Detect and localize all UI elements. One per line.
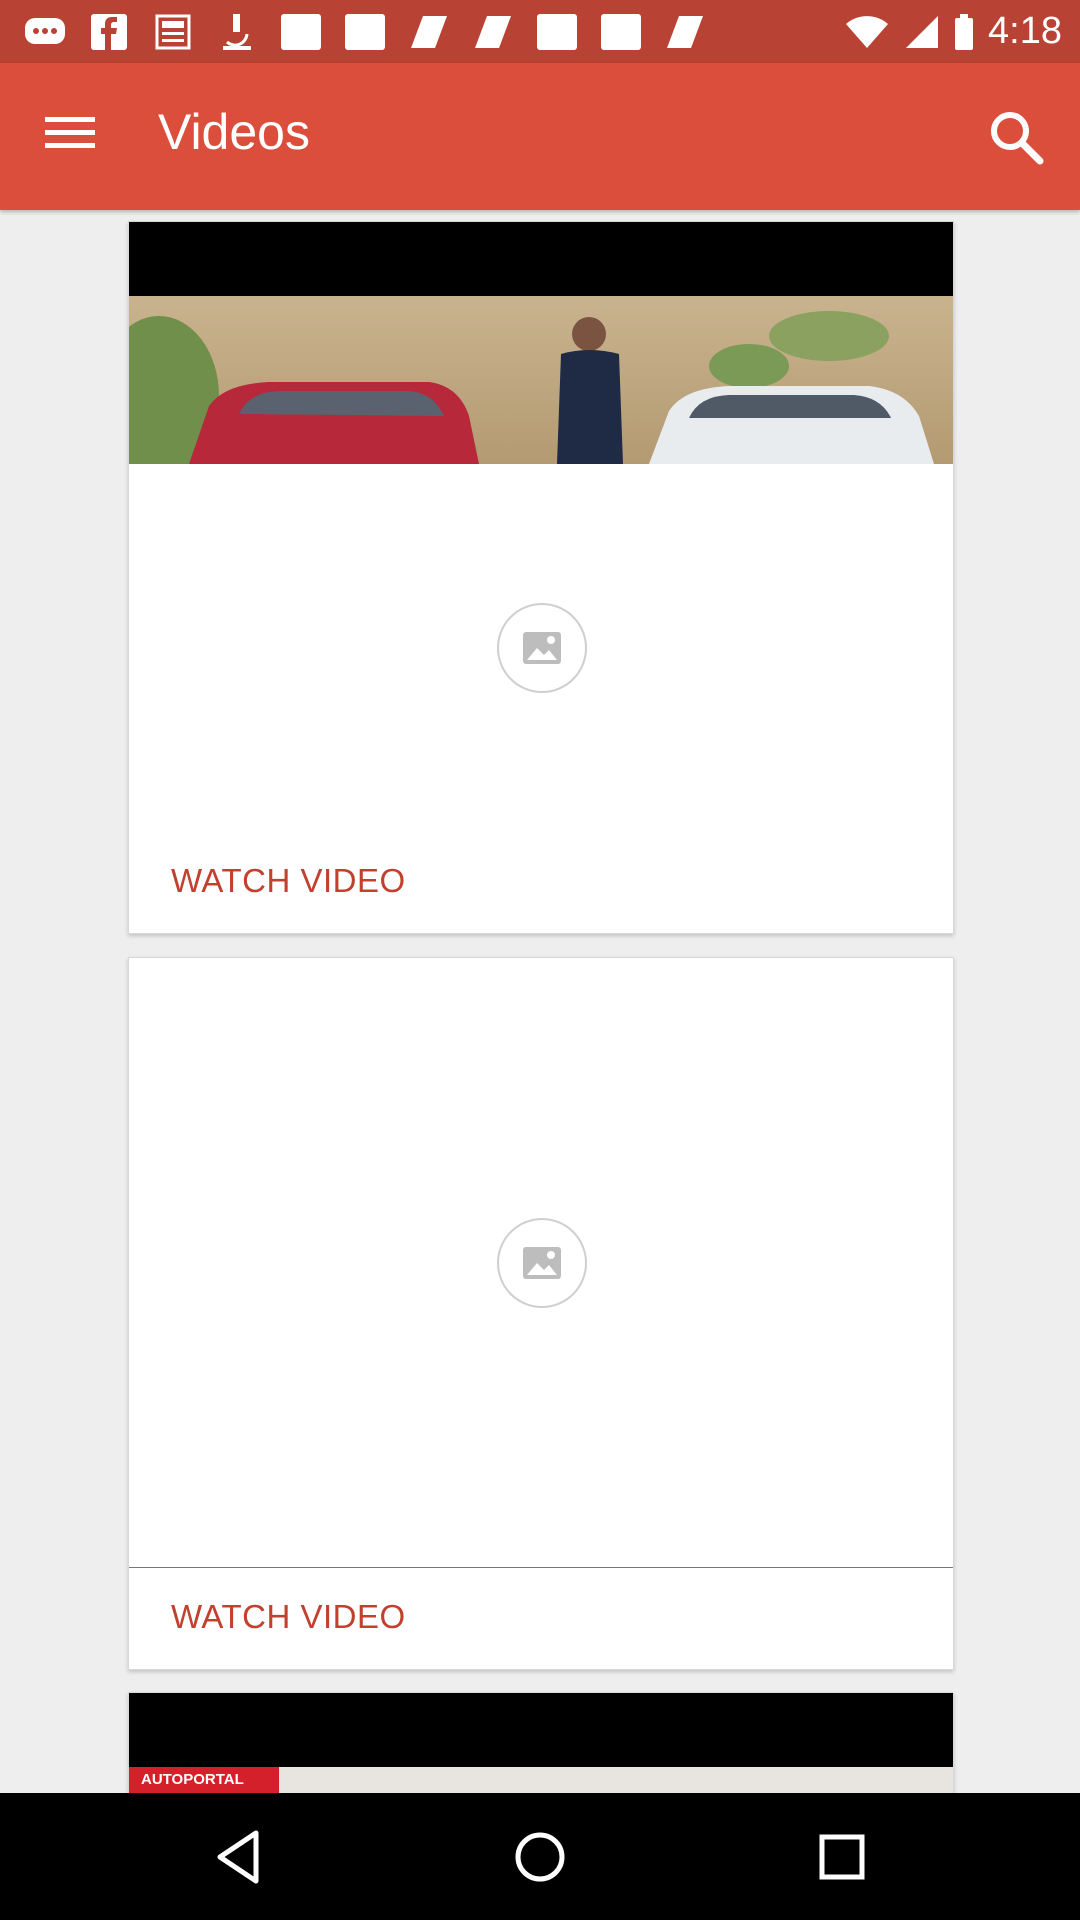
flag-icon [406, 12, 452, 52]
watch-video-button[interactable]: WATCH VIDEO [171, 862, 406, 900]
status-time: 4:18 [988, 10, 1062, 52]
status-right: 4:18 [844, 0, 1062, 63]
search-icon[interactable] [982, 103, 1050, 171]
blank-notification-icon [534, 12, 580, 52]
recents-icon[interactable] [810, 1825, 874, 1889]
autoportal-banner: AUTOPORTAL [129, 1767, 279, 1793]
video-thumbnail[interactable] [129, 296, 953, 464]
battery-icon [955, 13, 974, 50]
video-card[interactable]: AUTOPORTAL [128, 1692, 954, 1794]
video-letterbox [129, 222, 953, 296]
video-thumbnail[interactable]: AUTOPORTAL [129, 1767, 953, 1793]
newspaper-icon [150, 12, 196, 52]
video-card[interactable]: WATCH VIDEO [128, 957, 954, 1670]
video-letterbox [129, 1693, 953, 1767]
blank-notification-icon [278, 12, 324, 52]
blank-notification-icon [342, 12, 388, 52]
navigation-bar [0, 1793, 1080, 1920]
flag-icon [470, 12, 516, 52]
image-placeholder-icon [497, 603, 587, 693]
facebook-icon [86, 12, 132, 52]
microscope-icon [214, 12, 260, 52]
app-bar: Videos [0, 63, 1080, 210]
chat-bubble-icon [22, 12, 68, 52]
flag-icon [662, 12, 708, 52]
blank-notification-icon [598, 12, 644, 52]
page-title: Videos [158, 104, 310, 160]
hamburger-menu-icon[interactable] [40, 109, 100, 165]
media-divider [129, 1567, 953, 1568]
signal-icon [906, 15, 939, 48]
video-card[interactable]: WATCH VIDEO [128, 221, 954, 934]
home-icon[interactable] [508, 1825, 572, 1889]
notification-icons [22, 10, 708, 54]
back-icon[interactable] [208, 1825, 272, 1889]
status-bar: 4:18 [0, 0, 1080, 63]
watch-video-button[interactable]: WATCH VIDEO [171, 1598, 406, 1636]
wifi-icon [846, 15, 889, 48]
image-placeholder-icon [497, 1218, 587, 1308]
